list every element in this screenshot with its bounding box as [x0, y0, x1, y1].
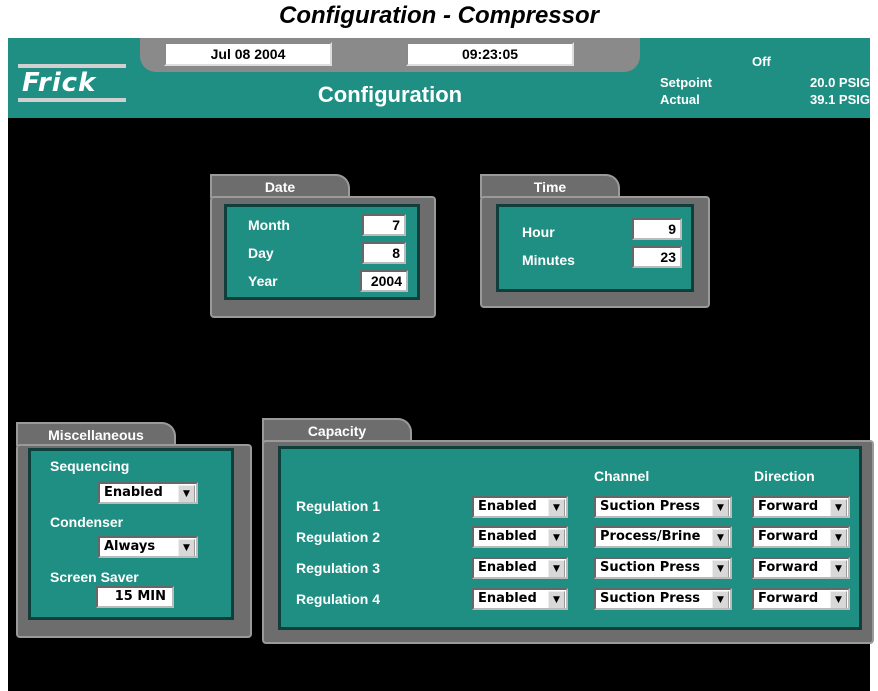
sequencing-value: Enabled — [104, 485, 163, 500]
year-label: Year — [248, 273, 278, 289]
logo-text: Frick — [22, 68, 97, 98]
screen-saver-label: Screen Saver — [50, 569, 139, 585]
month-label: Month — [248, 217, 290, 233]
chevron-down-icon[interactable]: ▼ — [830, 499, 847, 516]
regulation-enabled-value: Enabled — [478, 560, 537, 575]
regulation-enabled-value: Enabled — [478, 529, 537, 544]
regulation-channel-value: Suction Press — [600, 499, 700, 514]
regulation-direction-select[interactable]: Forward ▼ — [752, 496, 850, 518]
document-title: Configuration - Compressor — [278, 2, 599, 29]
hour-input[interactable]: 9 — [632, 218, 682, 240]
chevron-down-icon[interactable]: ▼ — [712, 560, 729, 577]
condenser-value: Always — [104, 539, 156, 554]
header-time: 09:23:05 — [406, 42, 574, 66]
regulation-direction-select[interactable]: Forward ▼ — [752, 526, 850, 548]
sequencing-label: Sequencing — [50, 458, 130, 474]
regulation-direction-value: Forward — [758, 560, 819, 575]
hour-label: Hour — [522, 224, 555, 240]
regulation-label: Regulation 4 — [296, 591, 381, 607]
misc-panel-tab: Miscellaneous — [16, 422, 176, 446]
sequencing-select[interactable]: Enabled ▼ — [98, 482, 198, 504]
regulation-enabled-select[interactable]: Enabled ▼ — [472, 557, 568, 579]
condenser-select[interactable]: Always ▼ — [98, 536, 198, 558]
run-status: Off — [752, 54, 771, 69]
minutes-input[interactable]: 23 — [632, 246, 682, 268]
chevron-down-icon[interactable]: ▼ — [830, 529, 847, 546]
chevron-down-icon[interactable]: ▼ — [712, 499, 729, 516]
condenser-label: Condenser — [50, 514, 124, 530]
frick-logo: Frick — [10, 58, 138, 106]
regulation-label: Regulation 2 — [296, 529, 381, 545]
regulation-channel-select[interactable]: Suction Press ▼ — [594, 557, 732, 579]
regulation-channel-value: Suction Press — [600, 591, 700, 606]
regulation-enabled-select[interactable]: Enabled ▼ — [472, 588, 568, 610]
setpoint-value: 20.0 PSIG — [810, 75, 870, 90]
regulation-direction-value: Forward — [758, 591, 819, 606]
regulation-channel-select[interactable]: Process/Brine ▼ — [594, 526, 732, 548]
direction-header: Direction — [754, 468, 815, 484]
regulation-enabled-select[interactable]: Enabled ▼ — [472, 526, 568, 548]
chevron-down-icon[interactable]: ▼ — [178, 485, 195, 502]
regulation-enabled-value: Enabled — [478, 499, 537, 514]
chevron-down-icon[interactable]: ▼ — [712, 529, 729, 546]
page-title: Configuration — [317, 82, 463, 107]
time-panel-tab: Time — [480, 174, 620, 198]
regulation-direction-select[interactable]: Forward ▼ — [752, 588, 850, 610]
regulation-direction-value: Forward — [758, 499, 819, 514]
chevron-down-icon[interactable]: ▼ — [830, 591, 847, 608]
minutes-label: Minutes — [522, 252, 575, 268]
chevron-down-icon[interactable]: ▼ — [548, 560, 565, 577]
chevron-down-icon[interactable]: ▼ — [548, 529, 565, 546]
chevron-down-icon[interactable]: ▼ — [548, 591, 565, 608]
month-input[interactable]: 7 — [362, 214, 406, 236]
day-input[interactable]: 8 — [362, 242, 406, 264]
actual-label: Actual — [660, 92, 700, 107]
regulation-direction-value: Forward — [758, 529, 819, 544]
date-panel-tab: Date — [210, 174, 350, 198]
regulation-enabled-value: Enabled — [478, 591, 537, 606]
regulation-direction-select[interactable]: Forward ▼ — [752, 557, 850, 579]
setpoint-label: Setpoint — [660, 75, 712, 90]
regulation-channel-value: Suction Press — [600, 560, 700, 575]
header-date: Jul 08 2004 — [164, 42, 332, 66]
regulation-channel-value: Process/Brine — [600, 529, 701, 544]
regulation-channel-select[interactable]: Suction Press ▼ — [594, 496, 732, 518]
chevron-down-icon[interactable]: ▼ — [712, 591, 729, 608]
actual-value: 39.1 PSIG — [810, 92, 870, 107]
day-label: Day — [248, 245, 274, 261]
regulation-label: Regulation 3 — [296, 560, 381, 576]
regulation-enabled-select[interactable]: Enabled ▼ — [472, 496, 568, 518]
year-input[interactable]: 2004 — [360, 270, 408, 292]
chevron-down-icon[interactable]: ▼ — [548, 499, 565, 516]
chevron-down-icon[interactable]: ▼ — [830, 560, 847, 577]
screen-saver-field[interactable]: 15 MIN — [96, 586, 174, 608]
regulation-label: Regulation 1 — [296, 498, 381, 514]
chevron-down-icon[interactable]: ▼ — [178, 539, 195, 556]
channel-header: Channel — [594, 468, 650, 484]
regulation-channel-select[interactable]: Suction Press ▼ — [594, 588, 732, 610]
